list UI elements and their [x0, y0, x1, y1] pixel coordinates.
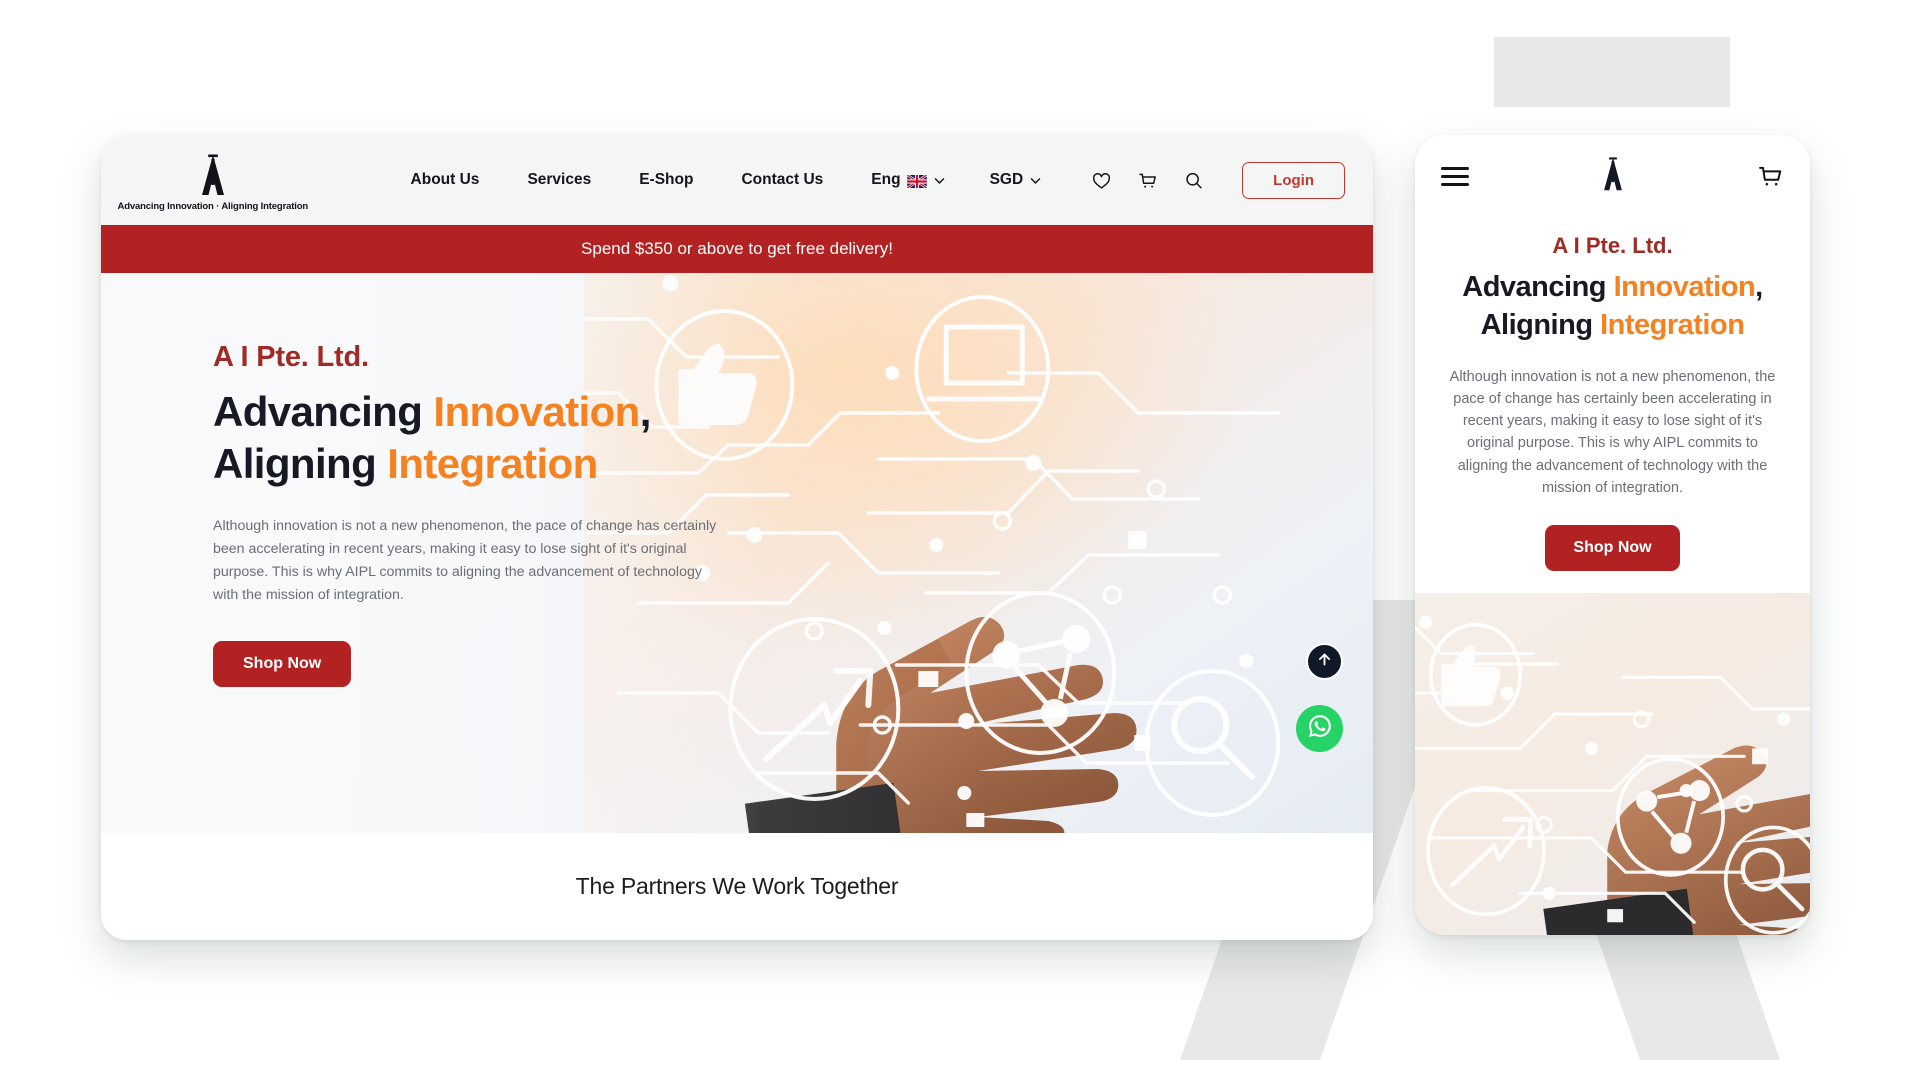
nav-contact-us[interactable]: Contact Us: [741, 171, 823, 189]
uk-flag-icon: [906, 174, 927, 188]
ai-monogram-logo-icon: [192, 153, 234, 197]
mobile-hero-kicker: A I Pte. Ltd.: [1552, 233, 1673, 258]
mobile-headline-word-innovation: Innovation: [1613, 271, 1756, 303]
nav-services[interactable]: Services: [527, 171, 591, 189]
whatsapp-button[interactable]: [1296, 705, 1343, 752]
mobile-hero: A I Pte. Ltd. Advancing Innovation, Alig…: [1415, 217, 1810, 571]
mobile-headline-line-2: Aligning Integration: [1481, 309, 1745, 341]
hero-copy: A I Pte. Ltd. Advancing Innovation, Alig…: [101, 273, 721, 688]
presentation-canvas: Advancing Innovation · Aligning Integrat…: [0, 0, 1920, 1080]
mobile-headline-word-advancing: Advancing: [1462, 271, 1614, 303]
wishlist-heart-icon[interactable]: [1086, 165, 1116, 195]
headline-word-innovation: Innovation: [433, 388, 640, 435]
headline-line-1: Advancing Innovation,: [213, 388, 651, 435]
burger-line: [1441, 174, 1469, 178]
mobile-shop-now-button[interactable]: Shop Now: [1545, 524, 1680, 571]
mobile-headline-word-integration: Integration: [1600, 308, 1745, 341]
language-label: Eng: [871, 171, 901, 188]
hero-paragraph: Although innovation is not a new phenome…: [213, 518, 717, 604]
mobile-headline-word-aligning: Aligning: [1480, 308, 1601, 341]
nav-eshop[interactable]: E-Shop: [639, 171, 693, 189]
promo-text: Spend $350 or above to get free delivery…: [581, 239, 893, 258]
primary-navigation: About Us Services E-Shop Contact Us Eng: [325, 165, 1225, 195]
burger-line: [1441, 166, 1469, 170]
site-header: Advancing Innovation · Aligning Integrat…: [101, 135, 1373, 225]
mobile-hero-technology-image: [1415, 592, 1810, 935]
headline-word-advancing: Advancing: [213, 388, 434, 435]
mobile-hero-paragraph: Although innovation is not a new phenome…: [1449, 369, 1776, 496]
mobile-headline-comma: ,: [1755, 271, 1763, 303]
burger-line: [1441, 182, 1469, 186]
logo-tagline: Advancing Innovation · Aligning Integrat…: [117, 200, 309, 212]
cart-icon[interactable]: [1756, 162, 1784, 190]
language-selector[interactable]: Eng: [871, 171, 945, 189]
currency-label: SGD: [989, 171, 1024, 188]
partners-title: The Partners We Work Together: [575, 873, 899, 899]
scroll-to-top-icon: [1316, 651, 1333, 673]
headline-comma: ,: [639, 388, 652, 435]
shop-now-button[interactable]: Shop Now: [213, 641, 352, 688]
login-button[interactable]: Login: [1242, 161, 1345, 199]
currency-selector[interactable]: SGD: [990, 171, 1043, 189]
whatsapp-icon: [1305, 711, 1335, 746]
cart-icon[interactable]: [1132, 165, 1162, 195]
site-logo[interactable]: Advancing Innovation · Aligning Integrat…: [101, 149, 325, 212]
hero-kicker: A I Pte. Ltd.: [213, 341, 369, 373]
chevron-down-icon: [1029, 174, 1042, 187]
promo-banner: Spend $350 or above to get free delivery…: [101, 225, 1373, 273]
mobile-headline-line-1: Advancing Innovation,: [1462, 271, 1763, 303]
headline-word-integration: Integration: [387, 439, 598, 487]
hero-headline: Advancing Innovation, Aligning Integrati…: [213, 386, 721, 489]
mobile-phone-mockup: A I Pte. Ltd. Advancing Innovation, Alig…: [1415, 135, 1810, 935]
nav-about-us[interactable]: About Us: [411, 171, 480, 189]
partners-section: The Partners We Work Together: [101, 833, 1373, 940]
headline-word-aligning: Aligning: [213, 439, 388, 487]
scroll-to-top-button[interactable]: [1306, 643, 1343, 680]
headline-line-2: Aligning Integration: [213, 440, 598, 487]
chevron-down-icon: [933, 174, 946, 187]
hamburger-menu-icon[interactable]: [1441, 162, 1469, 191]
search-icon[interactable]: [1178, 165, 1208, 195]
mobile-logo[interactable]: [1596, 155, 1630, 198]
desktop-browser-mockup: Advancing Innovation · Aligning Integrat…: [101, 135, 1373, 940]
background-rectangle: [1494, 37, 1730, 107]
mobile-header: [1415, 135, 1810, 217]
hero-section: A I Pte. Ltd. Advancing Innovation, Alig…: [101, 273, 1373, 833]
mobile-hero-headline: Advancing Innovation, Aligning Integrati…: [1437, 269, 1788, 344]
